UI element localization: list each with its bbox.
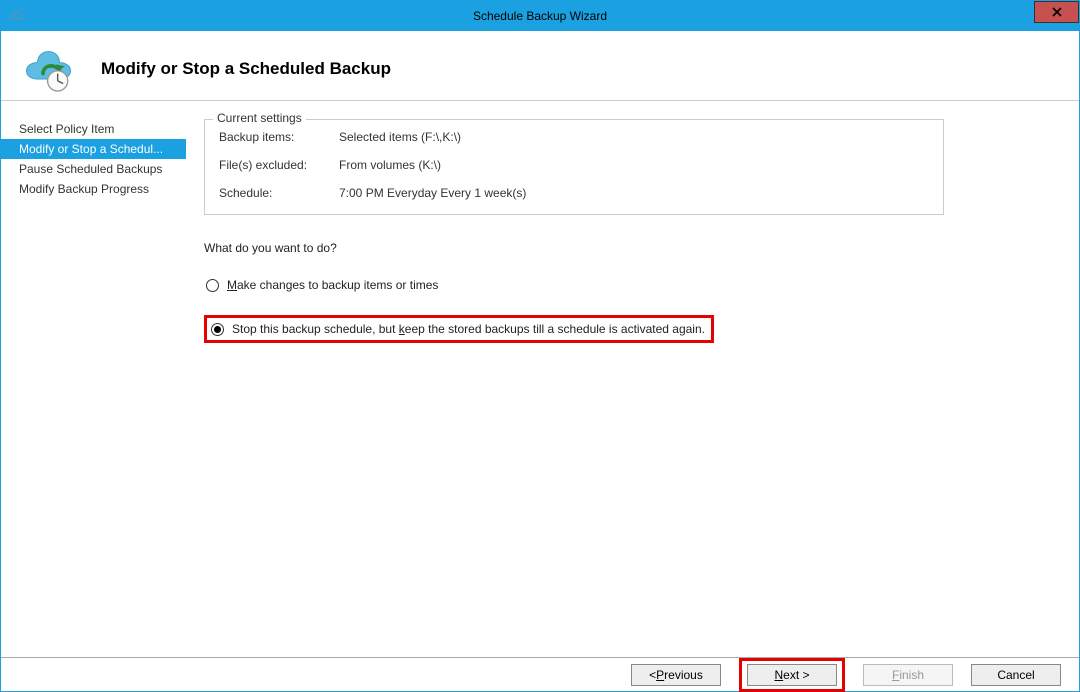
header: Modify or Stop a Scheduled Backup xyxy=(1,31,1079,101)
body: Select Policy Item Modify or Stop a Sche… xyxy=(1,101,1079,656)
next-button[interactable]: Next > xyxy=(747,664,837,686)
radio-icon xyxy=(206,279,219,292)
settings-row-schedule: Schedule: 7:00 PM Everyday Every 1 week(… xyxy=(219,186,929,200)
settings-key: Backup items: xyxy=(219,130,339,144)
nav-select-policy[interactable]: Select Policy Item xyxy=(1,119,186,139)
settings-value: Selected items (F:\,K:\) xyxy=(339,130,461,144)
nav-modify-progress[interactable]: Modify Backup Progress xyxy=(1,179,186,199)
close-button[interactable] xyxy=(1034,1,1079,23)
radio-icon xyxy=(211,323,224,336)
settings-key: Schedule: xyxy=(219,186,339,200)
header-title: Modify or Stop a Scheduled Backup xyxy=(101,59,391,79)
titlebar-title: Schedule Backup Wizard xyxy=(1,9,1079,23)
cancel-button[interactable]: Cancel xyxy=(971,664,1061,686)
backup-cloud-icon xyxy=(21,44,76,94)
settings-value: 7:00 PM Everyday Every 1 week(s) xyxy=(339,186,526,200)
finish-button: Finish xyxy=(863,664,953,686)
previous-button[interactable]: < Previous xyxy=(631,664,721,686)
content: Current settings Backup items: Selected … xyxy=(186,101,1079,656)
sidebar: Select Policy Item Modify or Stop a Sche… xyxy=(1,101,186,656)
app-icon xyxy=(7,6,27,26)
nav-pause-scheduled[interactable]: Pause Scheduled Backups xyxy=(1,159,186,179)
groupbox-title: Current settings xyxy=(213,111,306,125)
current-settings-group: Current settings Backup items: Selected … xyxy=(204,119,944,215)
radio-label: Stop this backup schedule, but keep the … xyxy=(232,322,705,336)
radio-label: Make changes to backup items or times xyxy=(227,278,438,292)
radio-stop-keep[interactable]: Stop this backup schedule, but keep the … xyxy=(204,315,714,343)
settings-row-files-excluded: File(s) excluded: From volumes (K:\) xyxy=(219,158,929,172)
question-label: What do you want to do? xyxy=(204,241,1049,255)
next-button-wrap: Next > xyxy=(739,658,845,692)
radio-make-changes[interactable]: Make changes to backup items or times xyxy=(204,275,444,295)
nav-modify-or-stop[interactable]: Modify or Stop a Schedul... xyxy=(1,139,186,159)
previous-button-wrap: < Previous xyxy=(631,664,721,686)
wizard-window: Schedule Backup Wizard Modify or Stop a … xyxy=(0,0,1080,692)
finish-button-wrap: Finish xyxy=(863,664,953,686)
settings-value: From volumes (K:\) xyxy=(339,158,441,172)
footer: < Previous Next > Finish Cancel xyxy=(1,657,1079,691)
titlebar: Schedule Backup Wizard xyxy=(1,1,1079,31)
settings-key: File(s) excluded: xyxy=(219,158,339,172)
cancel-button-wrap: Cancel xyxy=(971,664,1061,686)
settings-row-backup-items: Backup items: Selected items (F:\,K:\) xyxy=(219,130,929,144)
